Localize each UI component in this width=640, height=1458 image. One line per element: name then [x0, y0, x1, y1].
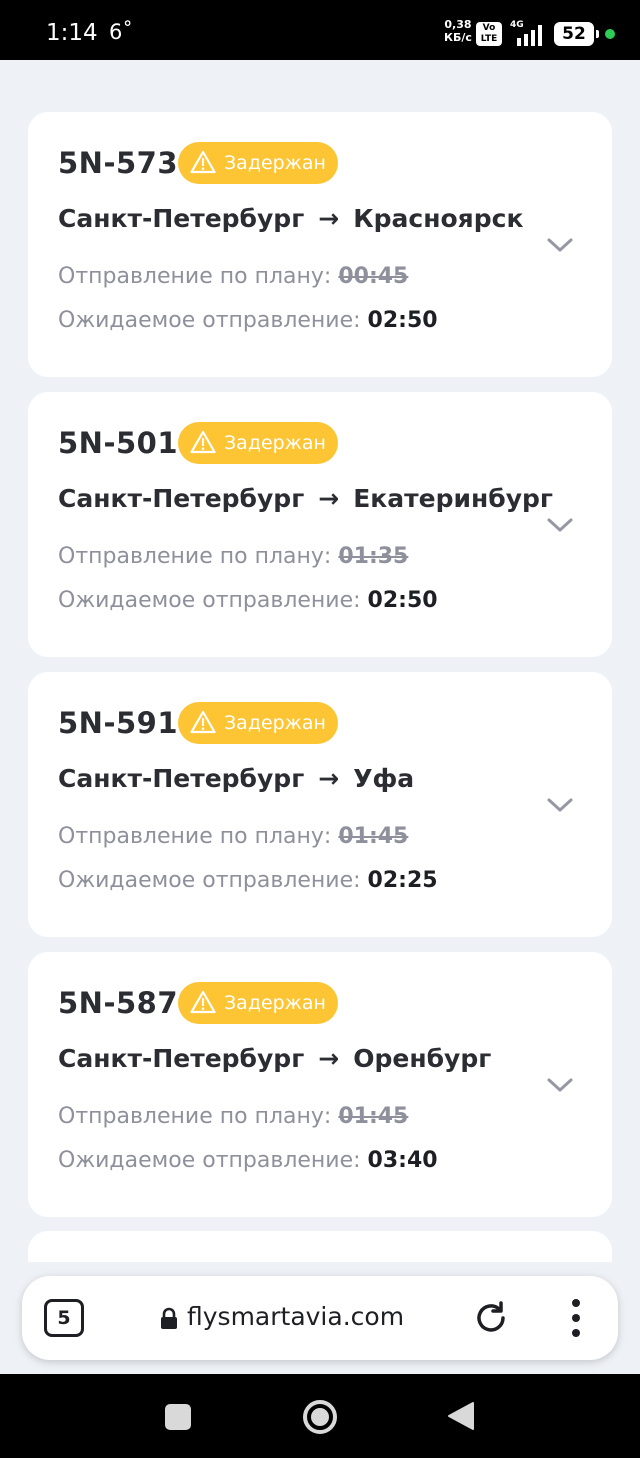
planned-departure-label: Отправление по плану:: [58, 1104, 332, 1129]
expected-departure-label: Ожидаемое отправление:: [58, 868, 361, 893]
chevron-down-icon[interactable]: [546, 1076, 574, 1094]
flight-route: Санкт-Петербург → Екатеринбург: [58, 484, 553, 513]
status-badge: Задержан: [178, 422, 338, 464]
planned-departure-time: 01:35: [338, 544, 409, 569]
planned-departure-label: Отправление по плану:: [58, 824, 332, 849]
flight-route: Санкт-Петербург → Красноярск: [58, 204, 523, 233]
net-speed-value: 0,38: [444, 18, 472, 31]
reload-icon[interactable]: [471, 1298, 511, 1338]
status-badge: Задержан: [178, 702, 338, 744]
expected-departure-label: Ожидаемое отправление:: [58, 308, 361, 333]
flight-number: 5N-587: [58, 986, 179, 1020]
net-speed-unit: КБ/с: [444, 31, 472, 44]
route-arrow: →: [318, 204, 340, 233]
planned-departure: Отправление по плану: 01:45: [58, 1104, 408, 1129]
status-badge-label: Задержан: [224, 152, 326, 174]
flight-route: Санкт-Петербург → Оренбург: [58, 1044, 491, 1073]
planned-departure-time: 01:45: [338, 824, 409, 849]
flight-number: 5N-501: [58, 426, 179, 460]
route-destination: Оренбург: [353, 1044, 492, 1073]
route-origin: Санкт-Петербург: [58, 484, 305, 513]
chevron-down-icon[interactable]: [546, 516, 574, 534]
expected-departure: Ожидаемое отправление: 03:40: [58, 1148, 438, 1173]
route-destination: Красноярск: [353, 204, 524, 233]
planned-departure: Отправление по плану: 01:35: [58, 544, 408, 569]
nav-recents-icon[interactable]: [165, 1404, 191, 1430]
chevron-down-icon[interactable]: [546, 796, 574, 814]
expected-departure-label: Ожидаемое отправление:: [58, 1148, 361, 1173]
nav-back-icon[interactable]: [447, 1401, 475, 1431]
expected-departure-time: 02:25: [367, 868, 438, 893]
expected-departure-time: 02:50: [367, 308, 438, 333]
route-destination: Уфа: [353, 764, 415, 793]
expected-departure: Ожидаемое отправление: 02:50: [58, 588, 438, 613]
status-badge-label: Задержан: [224, 992, 326, 1014]
route-arrow: →: [318, 1044, 340, 1073]
status-badge: Задержан: [178, 142, 338, 184]
warning-icon: [190, 990, 216, 1014]
flight-card[interactable]: 5N-573 Задержан Санкт-Петербург → Краснояр…: [28, 112, 612, 377]
flight-card[interactable]: 5N-591 Задержан Санкт-Петербург → Уфа Отпр…: [28, 672, 612, 937]
nav-home-icon[interactable]: [302, 1399, 338, 1435]
tabs-button[interactable]: 5: [44, 1299, 84, 1337]
address-bar-url[interactable]: flysmartavia.com: [187, 1302, 404, 1331]
signal-icon: [517, 25, 542, 46]
volte-top: Vo: [482, 23, 496, 33]
warning-icon: [190, 150, 216, 174]
net-speed: 0,38 КБ/с: [444, 18, 472, 44]
system-nav-bar: [0, 1374, 640, 1458]
expected-departure-label: Ожидаемое отправление:: [58, 588, 361, 613]
route-arrow: →: [318, 484, 340, 513]
flight-number: 5N-573: [58, 146, 179, 180]
status-time: 1:14: [46, 20, 98, 46]
route-origin: Санкт-Петербург: [58, 204, 305, 233]
planned-departure-label: Отправление по плану:: [58, 264, 332, 289]
volte-bottom: LTE: [480, 34, 498, 44]
privacy-dot-icon: [605, 29, 615, 39]
flight-card[interactable]: 5N-501 Задержан Санкт-Петербург → Екатерин…: [28, 392, 612, 657]
volte-icon: Vo LTE: [476, 22, 502, 46]
expected-departure: Ожидаемое отправление: 02:50: [58, 308, 438, 333]
flight-card[interactable]: 5N-587 Задержан Санкт-Петербург → Оренбург…: [28, 952, 612, 1217]
status-badge-label: Задержан: [224, 712, 326, 734]
flight-route: Санкт-Петербург → Уфа: [58, 764, 414, 793]
route-origin: Санкт-Петербург: [58, 764, 305, 793]
status-badge: Задержан: [178, 982, 338, 1024]
status-bar: 1:14 6˚ 0,38 КБ/с Vo LTE 4G 52: [0, 0, 640, 60]
planned-departure-time: 01:45: [338, 1104, 409, 1129]
lock-icon: [161, 1307, 177, 1329]
expected-departure: Ожидаемое отправление: 02:25: [58, 868, 438, 893]
status-temperature: 6˚: [109, 20, 133, 44]
route-origin: Санкт-Петербург: [58, 1044, 305, 1073]
warning-icon: [190, 430, 216, 454]
planned-departure-time: 00:45: [338, 264, 409, 289]
expected-departure-time: 02:50: [367, 588, 438, 613]
planned-departure: Отправление по плану: 00:45: [58, 264, 408, 289]
route-arrow: →: [318, 764, 340, 793]
browser-toolbar: 5 flysmartavia.com: [22, 1276, 618, 1360]
planned-departure-label: Отправление по плану:: [58, 544, 332, 569]
status-badge-label: Задержан: [224, 432, 326, 454]
warning-icon: [190, 710, 216, 734]
route-destination: Екатеринбург: [353, 484, 553, 513]
expected-departure-time: 03:40: [367, 1148, 438, 1173]
planned-departure: Отправление по плану: 01:45: [58, 824, 408, 849]
more-vert-icon[interactable]: [570, 1298, 582, 1338]
flight-number: 5N-591: [58, 706, 179, 740]
chevron-down-icon[interactable]: [546, 236, 574, 254]
battery-icon: 52: [554, 22, 599, 46]
